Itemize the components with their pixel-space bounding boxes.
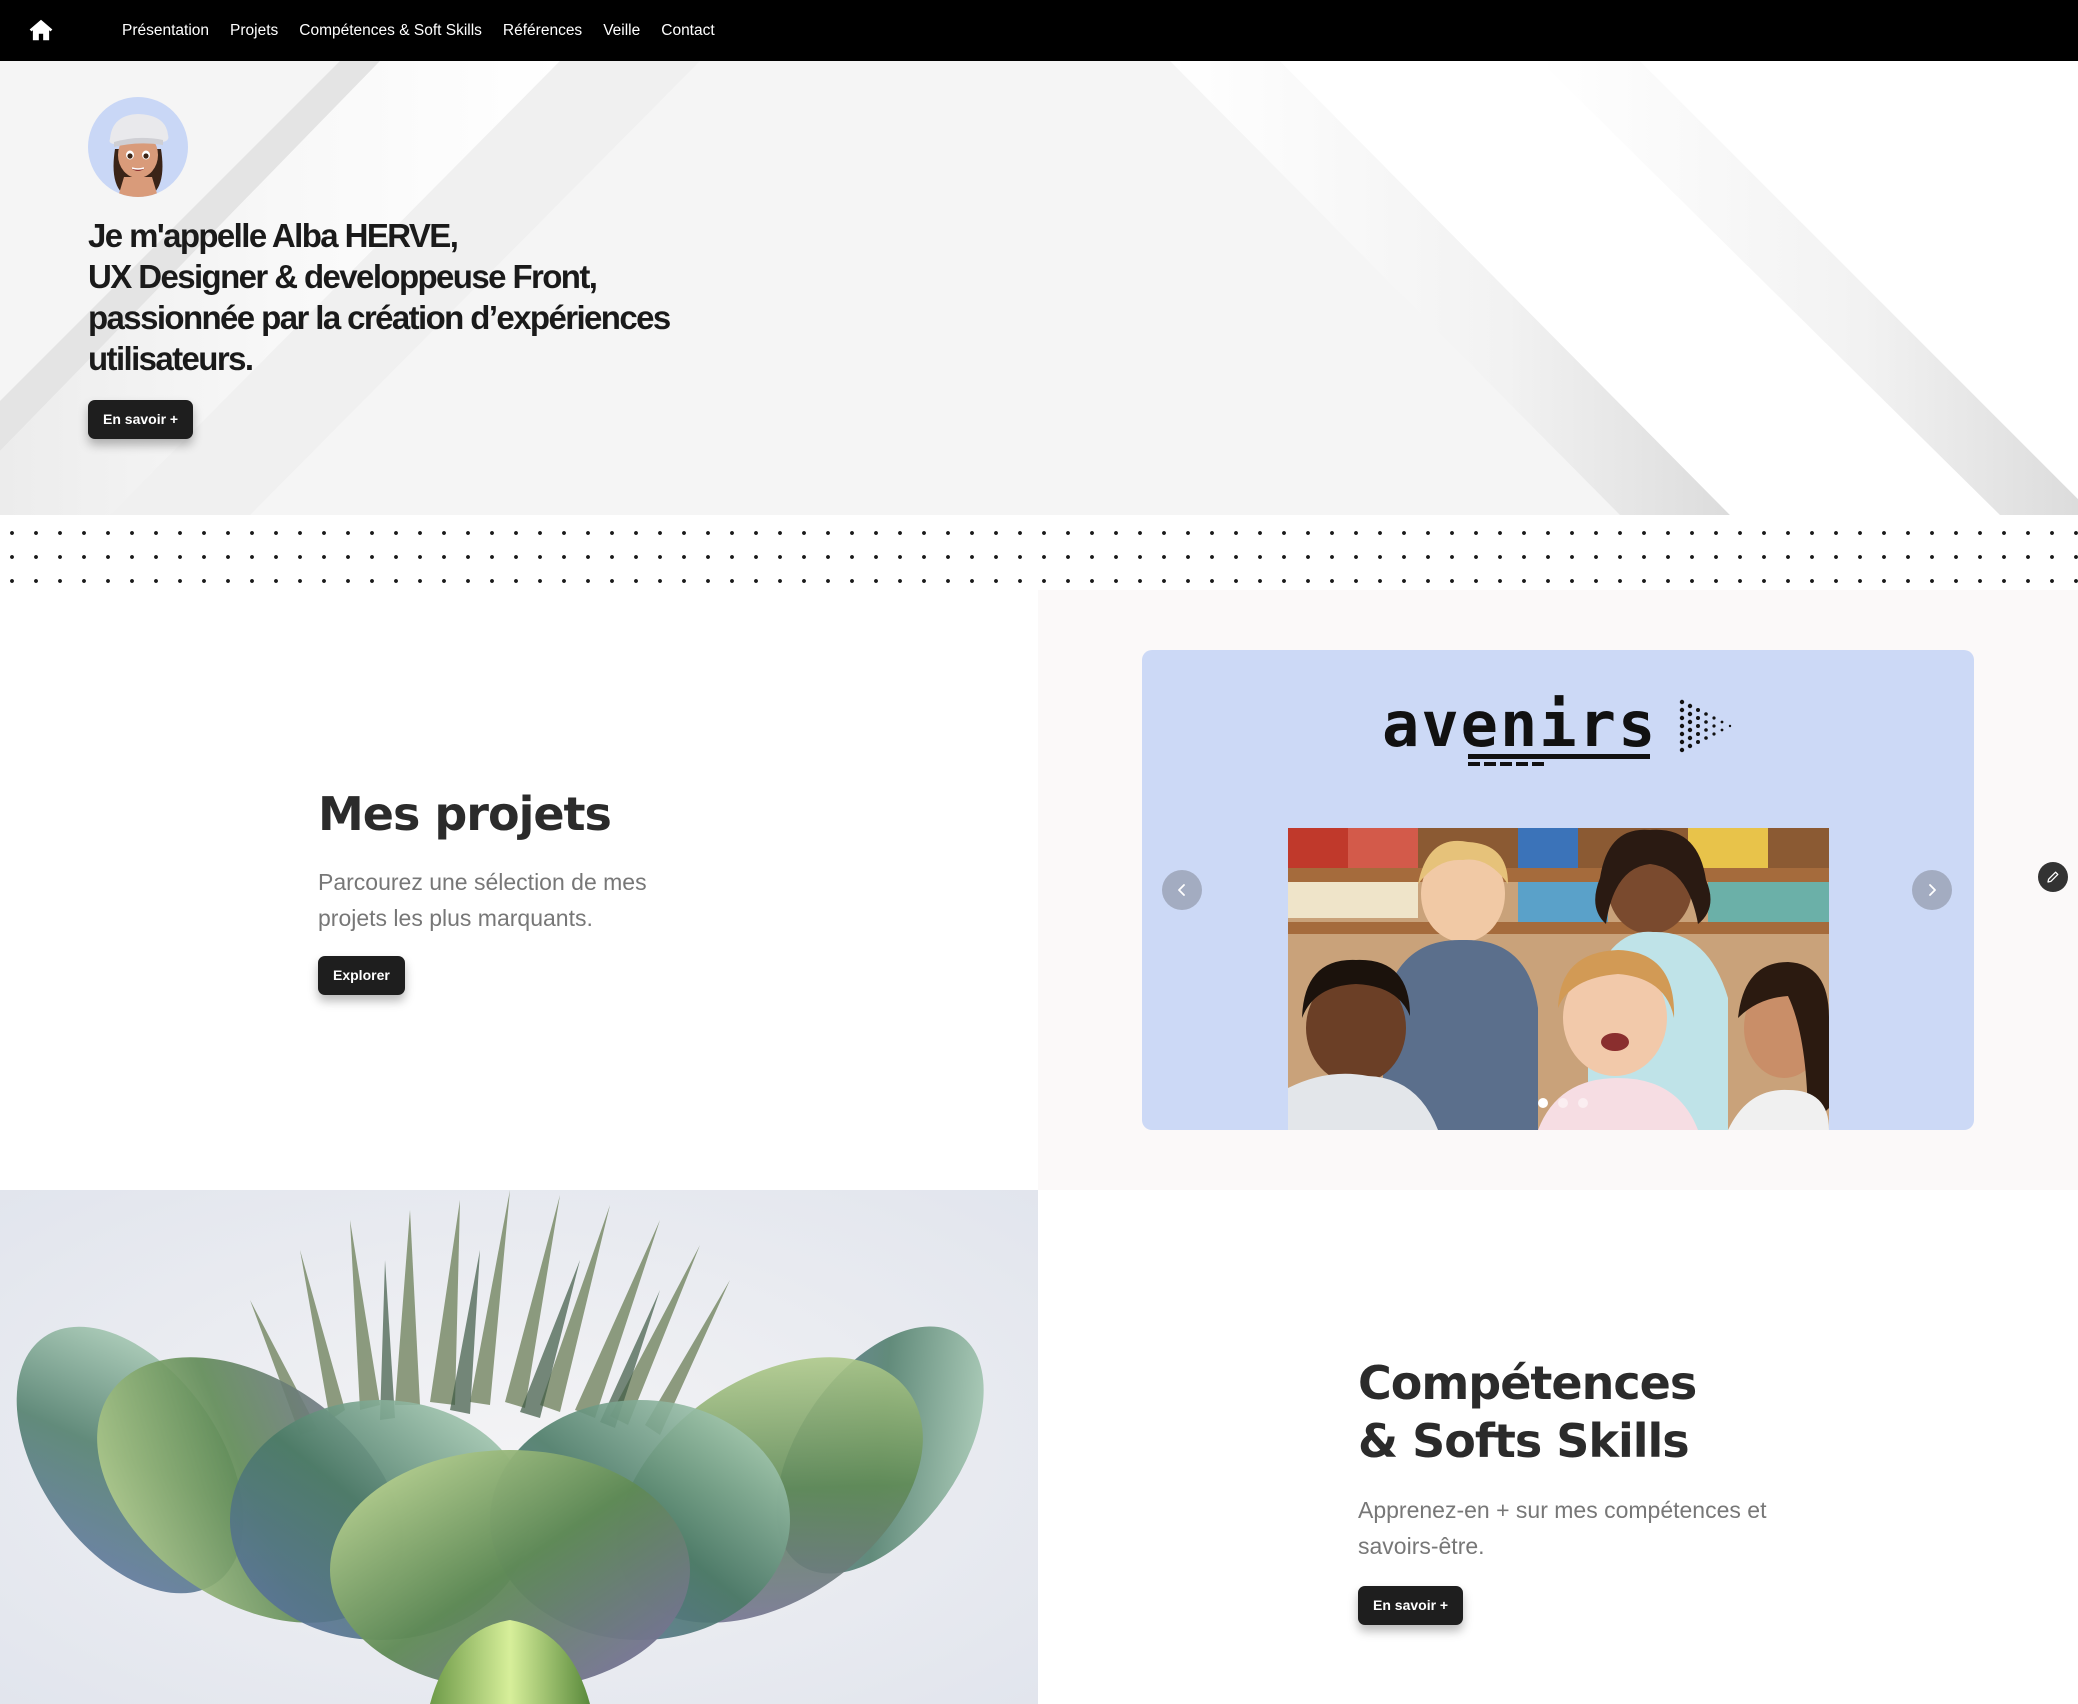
chevron-left-icon (1178, 884, 1185, 896)
projects-carousel: avenirs (1142, 650, 1974, 1130)
play-triangle-icon (1679, 699, 1732, 753)
pencil-icon (2047, 871, 2059, 883)
nav-menu: Présentation Projets Compétences & Soft … (122, 0, 715, 61)
explore-projects-button[interactable]: Explorer (318, 956, 405, 995)
hero-heading-line: UX Designer & developpeuse Front, (88, 258, 598, 295)
nav-link-references[interactable]: Références (503, 22, 582, 40)
carousel-dot-1[interactable] (1538, 1098, 1548, 1108)
nav-link-veille[interactable]: Veille (603, 22, 640, 40)
avenirs-logo: avenirs (1382, 692, 1742, 772)
home-icon[interactable] (28, 17, 54, 43)
profile-avatar (88, 97, 188, 197)
hero-heading: Je m'appelle Alba HERVE, UX Designer & d… (88, 215, 708, 379)
chevron-right-icon (1929, 884, 1936, 896)
memoji-avatar-icon (109, 114, 169, 197)
skills-title-line: Compétences (1358, 1356, 1697, 1410)
skills-title-line: & Softs Skills (1358, 1414, 1690, 1468)
nav-link-projets[interactable]: Projets (230, 22, 278, 40)
dotted-divider (0, 515, 2078, 590)
skills-title: Compétences & Softs Skills (1358, 1354, 1697, 1470)
hero-heading-line: Je m'appelle Alba HERVE, (88, 217, 459, 254)
nav-link-presentation[interactable]: Présentation (122, 22, 209, 40)
projects-carousel-panel: avenirs (1038, 590, 2078, 1190)
skills-section: Compétences & Softs Skills Apprenez-en +… (0, 1190, 2078, 1704)
children-classroom-photo (1288, 828, 1829, 1130)
skills-intro: Compétences & Softs Skills Apprenez-en +… (1038, 1190, 2078, 1704)
carousel-prev-button[interactable] (1162, 870, 1202, 910)
carousel-dot-2[interactable] (1558, 1098, 1568, 1108)
nav-link-competences[interactable]: Compétences & Soft Skills (299, 22, 482, 40)
hero-learn-more-button[interactable]: En savoir + (88, 400, 194, 439)
hero-heading-line: passionnée par la création d’expériences (88, 299, 671, 336)
skills-subtitle: Apprenez-en + sur mes compétences et sav… (1358, 1497, 1767, 1559)
top-navigation: Présentation Projets Compétences & Soft … (0, 0, 2078, 61)
hero-section: Je m'appelle Alba HERVE, UX Designer & d… (0, 61, 2078, 515)
carousel-indicators (1538, 1098, 1588, 1108)
carousel-slide-image (1288, 828, 1829, 1130)
edit-button[interactable] (2038, 862, 2068, 892)
carousel-dot-3[interactable] (1578, 1098, 1588, 1108)
skills-learn-more-button[interactable]: En savoir + (1358, 1586, 1464, 1625)
projects-subtitle: Parcourez une sélection de mes projets l… (318, 869, 647, 931)
carousel-next-button[interactable] (1912, 870, 1952, 910)
projects-intro: Mes projets Parcourez une sélection de m… (0, 590, 1038, 1190)
glass-flower-illustration (0, 1190, 1038, 1704)
skills-illustration (0, 1190, 1038, 1704)
projects-title: Mes projets (318, 787, 612, 841)
projects-section: Mes projets Parcourez une sélection de m… (0, 590, 2078, 1190)
hero-heading-line: utilisateurs. (88, 340, 254, 377)
nav-link-contact[interactable]: Contact (661, 22, 714, 40)
